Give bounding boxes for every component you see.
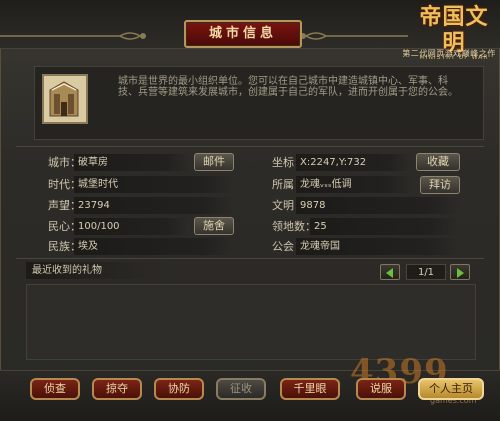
territory-value: 25 [310,218,460,235]
guild-value[interactable]: 龙魂帝国 [296,238,460,255]
arrow-right-icon [457,268,464,278]
homepage-button[interactable]: 个人主页 [418,378,484,400]
gift-list [26,284,476,360]
game-logo: 帝国文明 MINISTRY OF WAR [410,4,498,61]
far-sight-button[interactable]: 千里眼 [280,378,340,400]
city-value: 破草房 [74,154,190,171]
favorite-button[interactable]: 收藏 [416,153,460,171]
visit-button[interactable]: 拜访 [420,176,460,194]
divider [16,258,484,259]
logo-tagline: 第二代网页游戏巅峰之作 [402,49,496,58]
persuade-button[interactable]: 说服 [356,378,406,400]
civilization-value: 9878 [296,197,460,214]
prev-page-button[interactable] [380,264,400,280]
race-value: 埃及 [74,238,234,255]
morale-value: 100/100 [74,218,190,235]
arrow-left-icon [386,268,393,278]
prestige-value: 23794 [74,197,234,214]
plunder-button[interactable]: 掠夺 [92,378,142,400]
intro-text: 城市是世界的最小组织单位。您可以在自己城市中建造城镇中心、军事、科技、兵营等建筑… [118,76,458,98]
defend-button[interactable]: 协防 [154,378,204,400]
coord-value: X:2247,Y:732 [296,154,412,171]
right-ornament-icon [300,32,408,40]
mail-button[interactable]: 邮件 [194,153,234,171]
page-indicator: 1/1 [406,264,446,280]
levy-button[interactable]: 征收 [216,378,266,400]
alms-button[interactable]: 施舍 [194,217,234,235]
window-title: 城市信息 [184,20,302,48]
divider [16,146,484,147]
left-ornament-icon [0,32,146,40]
city-building-icon [42,74,88,124]
owner-value[interactable]: 龙魂ᵥₛₛ低调 [296,176,412,193]
scout-button[interactable]: 侦查 [30,378,80,400]
era-value: 城堡时代 [74,176,234,193]
gifts-label: 最近收到的礼物 [26,262,178,279]
next-page-button[interactable] [450,264,470,280]
